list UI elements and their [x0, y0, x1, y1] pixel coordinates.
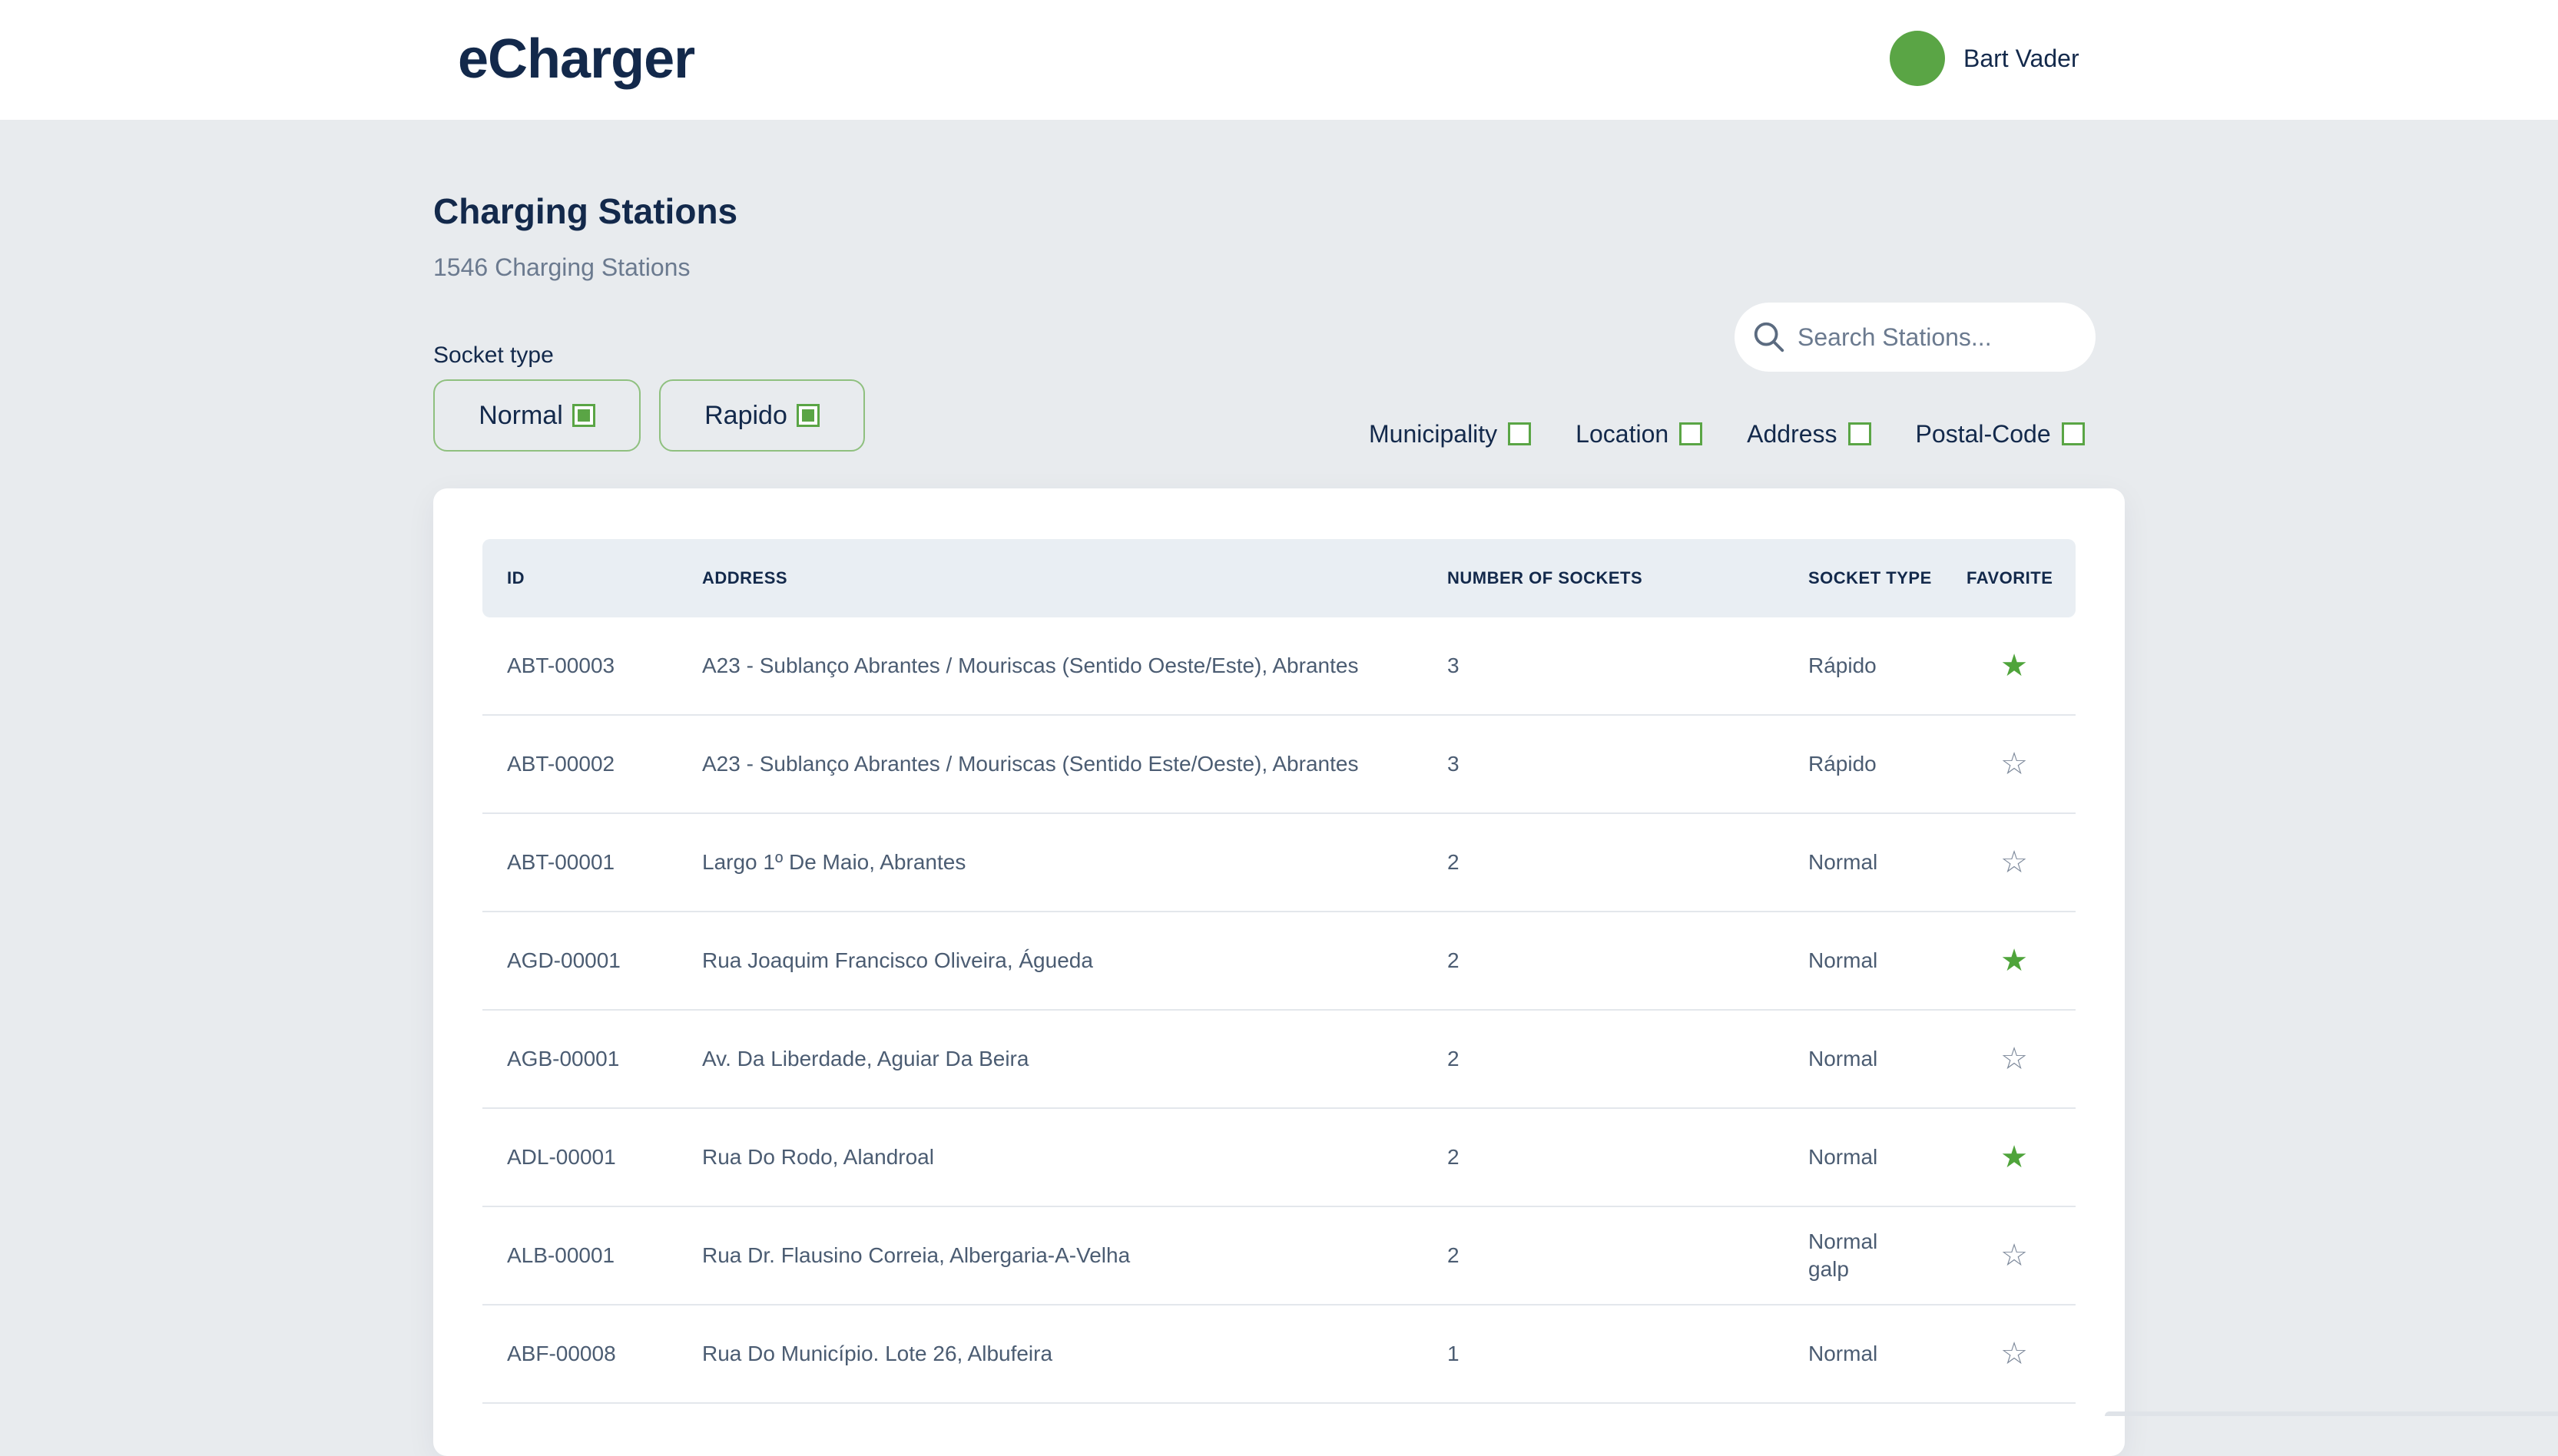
filter-address[interactable]: Address	[1747, 419, 1871, 448]
socket-type-label: Normal	[1808, 1229, 1878, 1253]
station-id: AGD-00001	[507, 948, 621, 972]
socket-filter-normal-label: Normal	[479, 400, 563, 430]
search-field-filters: Municipality Location Address Postal-Cod…	[1369, 415, 2085, 453]
star-outline-icon[interactable]: ☆	[1999, 1207, 2030, 1304]
station-count: 1546 Charging Stations	[433, 253, 691, 281]
avatar[interactable]	[1890, 31, 1945, 86]
socket-count: 2	[1447, 1243, 1460, 1267]
table-row[interactable]: ABT-00003 A23 - Sublanço Abrantes / Mour…	[482, 617, 2076, 716]
table-row[interactable]: AGB-00001 Av. Da Liberdade, Aguiar Da Be…	[482, 1011, 2076, 1109]
station-address: Largo 1º De Maio, Abrantes	[702, 850, 966, 874]
station-id: ALB-00001	[507, 1243, 615, 1267]
scroll-indicator[interactable]	[2105, 1411, 2558, 1416]
filter-location[interactable]: Location	[1576, 419, 1703, 448]
table-row[interactable]: ABT-00002 A23 - Sublanço Abrantes / Mour…	[482, 716, 2076, 814]
socket-type: Normal	[1808, 1305, 1877, 1402]
star-outline-icon[interactable]: ☆	[1999, 716, 2030, 812]
table-row[interactable]: ADL-00001 Rua Do Rodo, Alandroal 2 Norma…	[482, 1109, 2076, 1207]
user-name[interactable]: Bart Vader	[1963, 45, 2079, 73]
station-address: Av. Da Liberdade, Aguiar Da Beira	[702, 1047, 1029, 1070]
page-title: Charging Stations	[433, 191, 738, 231]
station-id: ABT-00001	[507, 850, 615, 874]
socket-filter-normal-checkbox[interactable]	[572, 404, 595, 427]
column-header-id[interactable]: ID	[507, 539, 525, 617]
socket-filter-rapido-label: Rapido	[704, 400, 787, 430]
table-row[interactable]: ABT-00001 Largo 1º De Maio, Abrantes 2 N…	[482, 814, 2076, 912]
socket-type-label: Normal	[1808, 1145, 1878, 1169]
station-address: A23 - Sublanço Abrantes / Mouriscas (Sen…	[702, 752, 1359, 776]
column-header-address[interactable]: ADDRESS	[702, 539, 787, 617]
socket-type: Normal	[1808, 814, 1877, 911]
socket-type-label: Normal	[1808, 850, 1878, 874]
station-address: Rua Dr. Flausino Correia, Albergaria-A-V…	[702, 1243, 1131, 1267]
search-icon	[1754, 322, 1784, 352]
column-header-sockets[interactable]: NUMBER OF SOCKETS	[1447, 539, 1642, 617]
station-id: ABF-00008	[507, 1342, 616, 1365]
star-outline-icon[interactable]: ☆	[1999, 1305, 2030, 1402]
table-row[interactable]: AGD-00001 Rua Joaquim Francisco Oliveira…	[482, 912, 2076, 1011]
socket-filter-rapido[interactable]: Rapido	[659, 379, 865, 452]
filter-postal-code[interactable]: Postal-Code	[1916, 420, 2085, 448]
socket-type: Normal	[1808, 1109, 1877, 1206]
socket-count: 2	[1447, 1047, 1460, 1070]
filter-municipality[interactable]: Municipality	[1369, 419, 1532, 448]
socket-count: 3	[1447, 752, 1460, 776]
table-row[interactable]: ALB-00001 Rua Dr. Flausino Correia, Albe…	[482, 1207, 2076, 1305]
user-menu[interactable]: Bart Vader	[1890, 31, 2079, 86]
filter-postal-code-label: Postal-Code	[1915, 419, 2051, 448]
star-filled-icon[interactable]: ★	[1999, 912, 2030, 1009]
filter-municipality-checkbox[interactable]	[1508, 422, 1532, 445]
star-outline-icon[interactable]: ☆	[1999, 814, 2030, 911]
table-row[interactable]: ABF-00008 Rua Do Município. Lote 26, Alb…	[482, 1305, 2076, 1404]
socket-count: 2	[1447, 948, 1460, 972]
socket-type: Normal	[1808, 1011, 1877, 1107]
socket-filter-normal[interactable]: Normal	[433, 379, 641, 452]
filter-postal-code-checkbox[interactable]	[2061, 422, 2085, 445]
star-outline-icon[interactable]: ☆	[1999, 1011, 2030, 1107]
socket-operator-label: galp	[1808, 1257, 1849, 1281]
socket-filter-rapido-checkbox[interactable]	[796, 404, 820, 427]
socket-type: Rápido	[1808, 617, 1877, 714]
socket-type-label: Socket type	[433, 342, 554, 368]
search-box[interactable]	[1735, 303, 2096, 372]
search-input[interactable]	[1798, 323, 2074, 352]
filter-location-checkbox[interactable]	[1679, 422, 1703, 445]
station-address: Rua Do Município. Lote 26, Albufeira	[702, 1342, 1053, 1365]
app-logo[interactable]: eCharger	[458, 28, 695, 91]
socket-type: Rápido	[1808, 716, 1877, 812]
socket-count: 2	[1447, 1145, 1460, 1169]
station-id: ABT-00003	[507, 654, 615, 677]
star-filled-icon[interactable]: ★	[1999, 1109, 2030, 1206]
socket-count: 1	[1447, 1342, 1460, 1365]
socket-type: Normal galp	[1808, 1207, 1877, 1304]
socket-count: 3	[1447, 654, 1460, 677]
table-header: ID ADDRESS NUMBER OF SOCKETS SOCKET TYPE…	[482, 539, 2076, 617]
column-header-favorite[interactable]: FAVORITE	[1967, 539, 2053, 617]
star-filled-icon[interactable]: ★	[1999, 617, 2030, 714]
station-id: ADL-00001	[507, 1145, 616, 1169]
socket-count: 2	[1447, 850, 1460, 874]
station-id: ABT-00002	[507, 752, 615, 776]
socket-type-label: Normal	[1808, 1047, 1878, 1070]
station-address: Rua Do Rodo, Alandroal	[702, 1145, 934, 1169]
top-bar: eCharger Bart Vader	[0, 0, 2558, 120]
filter-address-label: Address	[1747, 419, 1837, 448]
station-id: AGB-00001	[507, 1047, 620, 1070]
socket-type-label: Normal	[1808, 1342, 1878, 1365]
station-address: A23 - Sublanço Abrantes / Mouriscas (Sen…	[702, 654, 1359, 677]
socket-type: Normal	[1808, 912, 1877, 1009]
filter-address-checkbox[interactable]	[1847, 422, 1871, 445]
station-address: Rua Joaquim Francisco Oliveira, Águeda	[702, 948, 1093, 972]
stations-table-card: ID ADDRESS NUMBER OF SOCKETS SOCKET TYPE…	[433, 488, 2125, 1456]
socket-type-label: Rápido	[1808, 752, 1877, 776]
socket-type-label: Normal	[1808, 948, 1878, 972]
socket-type-label: Rápido	[1808, 654, 1877, 677]
filter-location-label: Location	[1576, 419, 1669, 448]
filter-municipality-label: Municipality	[1369, 419, 1498, 448]
column-header-socket-type[interactable]: SOCKET TYPE	[1808, 539, 1932, 617]
